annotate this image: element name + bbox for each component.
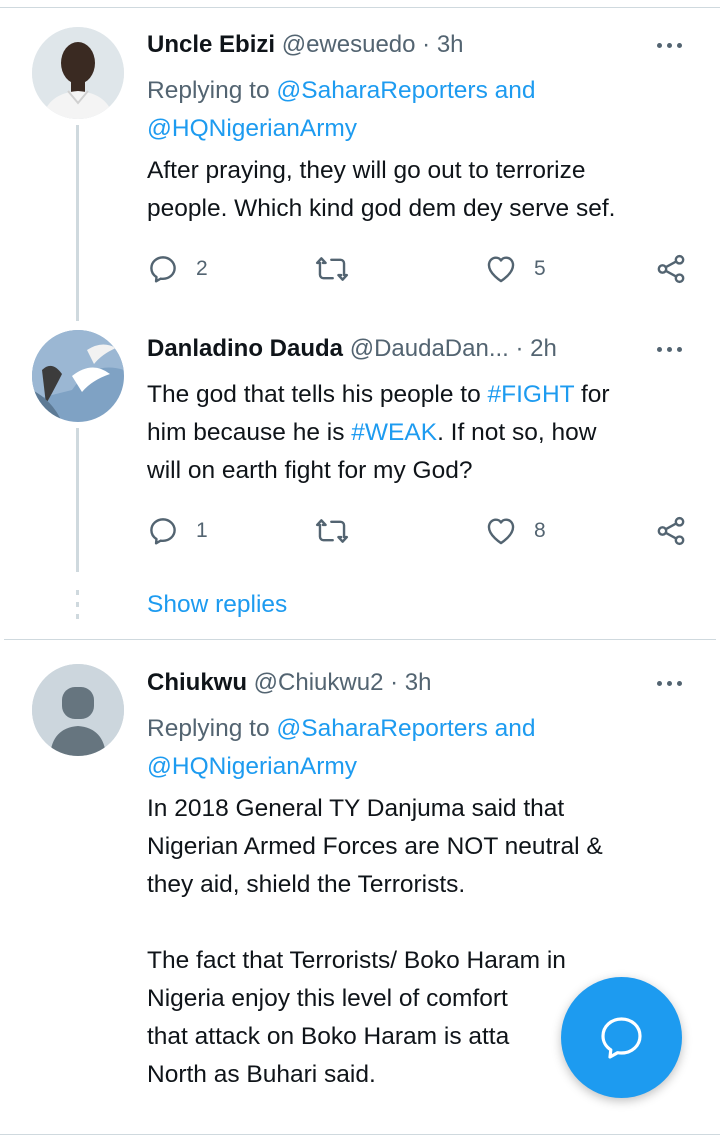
reply-count: 1 [196, 519, 208, 542]
replying-to: Replying to @SaharaReporters and @HQNige… [147, 72, 707, 148]
more-icon-dot [677, 347, 682, 352]
replying-to-link[interactable]: @HQNigerianArmy [147, 753, 357, 780]
more-icon [657, 43, 662, 48]
thread-dot [76, 614, 79, 619]
tweet-header: Uncle Ebizi @ewesuedo · 3h [147, 29, 464, 61]
more-icon-dot [677, 681, 682, 686]
display-name[interactable]: Uncle Ebizi [147, 31, 275, 58]
more-options-button[interactable] [654, 339, 686, 359]
retweet-button[interactable] [314, 252, 350, 286]
tweet-text-line: The god that tells his people to #FIGHT … [147, 376, 707, 414]
tweet-text-line: In 2018 General TY Danjuma said that [147, 795, 565, 822]
timestamp[interactable]: · 3h [390, 669, 431, 696]
retweet-icon [315, 519, 349, 543]
username-handle[interactable]: @Chiukwu2 [254, 669, 384, 696]
more-icon-dot [667, 43, 672, 48]
replying-to-link[interactable]: @HQNigerianArmy [147, 115, 357, 142]
more-icon [657, 347, 662, 352]
display-name[interactable]: Danladino Dauda [147, 335, 343, 362]
compose-reply-button[interactable] [561, 977, 682, 1098]
show-replies-link[interactable]: Show replies [147, 589, 287, 621]
bottom-divider [0, 1134, 720, 1135]
avatar-photo [32, 330, 124, 422]
tweet-actions: 1 8 [146, 514, 706, 548]
avatar-photo [32, 27, 124, 119]
share-icon [657, 516, 685, 546]
avatar-danladino-dauda[interactable] [32, 330, 124, 422]
username-handle[interactable]: @DaudaDan... [350, 335, 509, 362]
more-icon-dot [677, 43, 682, 48]
default-avatar-icon [32, 664, 124, 756]
thread-dot [76, 602, 79, 607]
heart-icon [487, 518, 515, 545]
like-button[interactable]: 5 [484, 252, 546, 286]
tweet-text-line: they aid, shield the Terrorists. [147, 871, 466, 898]
tweet-text-line: people. Which kind god dem dey serve sef… [147, 195, 616, 222]
share-button[interactable] [654, 252, 688, 286]
tweet-text-line: The fact that Terrorists/ Boko Haram in [147, 947, 566, 974]
replying-to: Replying to @SaharaReporters and @HQNige… [147, 710, 707, 786]
text-fragment: The god that tells his people to [147, 381, 488, 408]
text-fragment: . If not so, how [437, 419, 597, 446]
heart-icon [487, 256, 515, 283]
tweet-text-line: will on earth fight for my God? [147, 457, 473, 484]
more-options-button[interactable] [654, 673, 686, 693]
top-divider [0, 7, 720, 8]
reply-icon [150, 256, 176, 283]
more-icon [657, 681, 662, 686]
replying-to-label: Replying to [147, 77, 270, 104]
more-icon-dot [667, 681, 672, 686]
tweet-text-line: him because he is #WEAK. If not so, how [147, 414, 707, 452]
reply-icon [150, 518, 176, 545]
avatar-chiukwu[interactable] [32, 664, 124, 756]
hashtag-link[interactable]: #WEAK [351, 419, 437, 446]
tweet-text: The god that tells his people to #FIGHT … [147, 376, 707, 490]
reply-count: 2 [196, 257, 208, 280]
thread-connector-line [76, 428, 79, 572]
tweet-header: Chiukwu @Chiukwu2 · 3h [147, 667, 431, 699]
tweet-actions: 2 5 [146, 252, 706, 286]
username-handle[interactable]: @ewesuedo [282, 31, 416, 58]
compose-reply-icon [601, 1017, 642, 1059]
like-count: 8 [534, 519, 546, 542]
thread-dot [76, 590, 79, 595]
tweet-text: After praying, they will go out to terro… [147, 152, 707, 228]
hashtag-link[interactable]: #FIGHT [488, 381, 575, 408]
tweet-text-line: Nigerian Armed Forces are NOT neutral & [147, 833, 603, 860]
share-button[interactable] [654, 514, 688, 548]
reply-button[interactable]: 2 [146, 252, 208, 286]
like-count: 5 [534, 257, 546, 280]
more-icon-dot [667, 347, 672, 352]
tweet-header: Danladino Dauda @DaudaDan... · 2h [147, 333, 557, 365]
share-icon [657, 254, 685, 284]
thread-connector-line [76, 125, 79, 321]
retweet-button[interactable] [314, 514, 350, 548]
text-fragment: for [574, 381, 610, 408]
replying-to-link[interactable]: @SaharaReporters and [276, 77, 535, 104]
avatar-uncle-ebizi[interactable] [32, 27, 124, 119]
tweet-text-line: After praying, they will go out to terro… [147, 157, 586, 184]
text-fragment: him because he is [147, 419, 352, 446]
like-button[interactable]: 8 [484, 514, 546, 548]
retweet-icon [315, 257, 349, 281]
timestamp[interactable]: · 2h [516, 335, 557, 362]
reply-button[interactable]: 1 [146, 514, 208, 548]
display-name[interactable]: Chiukwu [147, 669, 247, 696]
replying-to-link[interactable]: @SaharaReporters and [276, 715, 535, 742]
more-options-button[interactable] [654, 35, 686, 55]
timestamp[interactable]: · 3h [422, 31, 463, 58]
replying-to-label: Replying to [147, 715, 270, 742]
thread-divider [4, 639, 716, 640]
